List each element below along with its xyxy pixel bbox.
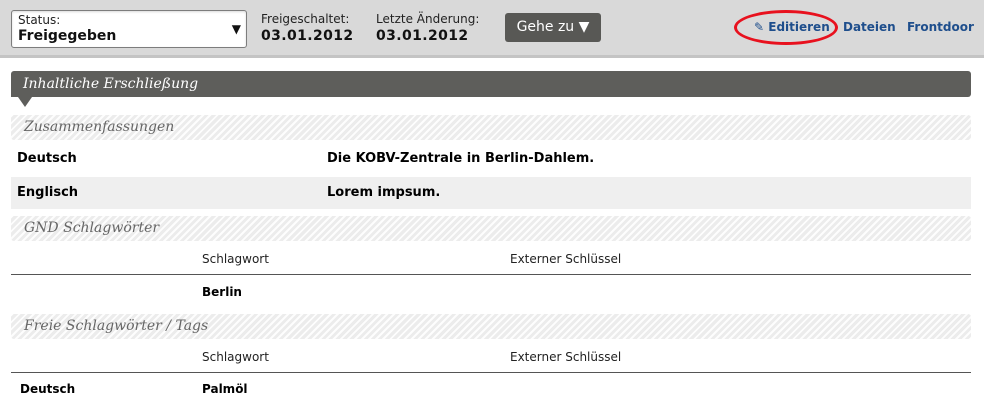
abstract-language: Deutsch: [17, 151, 77, 166]
edit-link-label: Editieren: [768, 20, 830, 34]
column-header-external-key: Externer Schlüssel: [510, 350, 622, 364]
column-header-keyword: Schlagwort: [202, 252, 269, 266]
published-date-label: Freigeschaltet:: [261, 12, 350, 26]
table-row: Berlin: [11, 277, 971, 307]
gnd-keywords-heading: GND Schlagwörter: [11, 216, 971, 241]
edit-link[interactable]: ✎ Editieren: [754, 20, 830, 34]
pencil-icon: ✎: [754, 20, 765, 34]
triangle-down-icon: ▼: [231, 22, 241, 36]
free-tags-heading: Freie Schlagwörter / Tags: [11, 314, 971, 339]
abstract-text: Die KOBV-Zentrale in Berlin-Dahlem.: [327, 151, 595, 166]
section-title-pointer: [18, 97, 32, 107]
table-row: Deutsch Palmöl: [11, 374, 971, 404]
triangle-down-icon: ▼: [578, 19, 590, 35]
column-header-external-key: Externer Schlüssel: [510, 252, 622, 266]
files-link[interactable]: Dateien: [843, 20, 896, 34]
keyword-term: Palmöl: [202, 382, 248, 396]
status-value: Freigegeben: [18, 28, 117, 44]
abstract-row: Deutsch Die KOBV-Zentrale in Berlin-Dahl…: [11, 143, 971, 175]
status-label: Status:: [18, 13, 61, 27]
last-modified-value: 03.01.2012: [376, 28, 469, 44]
keyword-language: Deutsch: [20, 382, 76, 396]
free-tags-table-header: Schlagwort Externer Schlüssel: [11, 343, 971, 373]
abstract-text: Lorem impsum.: [327, 185, 441, 200]
abstract-row: Englisch Lorem impsum.: [11, 177, 971, 209]
gnd-keywords-table-header: Schlagwort Externer Schlüssel: [11, 245, 971, 275]
abstracts-heading: Zusammenfassungen: [11, 115, 971, 140]
column-header-keyword: Schlagwort: [202, 350, 269, 364]
published-date-value: 03.01.2012: [261, 28, 354, 44]
last-modified-label: Letzte Änderung:: [376, 12, 480, 26]
keyword-term: Berlin: [202, 285, 242, 299]
document-toolbar: Status: Freigegeben ▼ Freigeschaltet: 03…: [0, 0, 984, 58]
published-date: Freigeschaltet: 03.01.2012: [261, 12, 354, 44]
goto-button[interactable]: Gehe zu ▼: [505, 13, 601, 42]
section-title: Inhaltliche Erschließung: [11, 71, 971, 97]
status-select[interactable]: Status: Freigegeben ▼: [11, 10, 247, 48]
abstract-language: Englisch: [17, 185, 79, 200]
goto-button-label: Gehe zu: [516, 19, 575, 35]
last-modified: Letzte Änderung: 03.01.2012: [376, 12, 479, 44]
frontdoor-link[interactable]: Frontdoor: [907, 20, 974, 34]
